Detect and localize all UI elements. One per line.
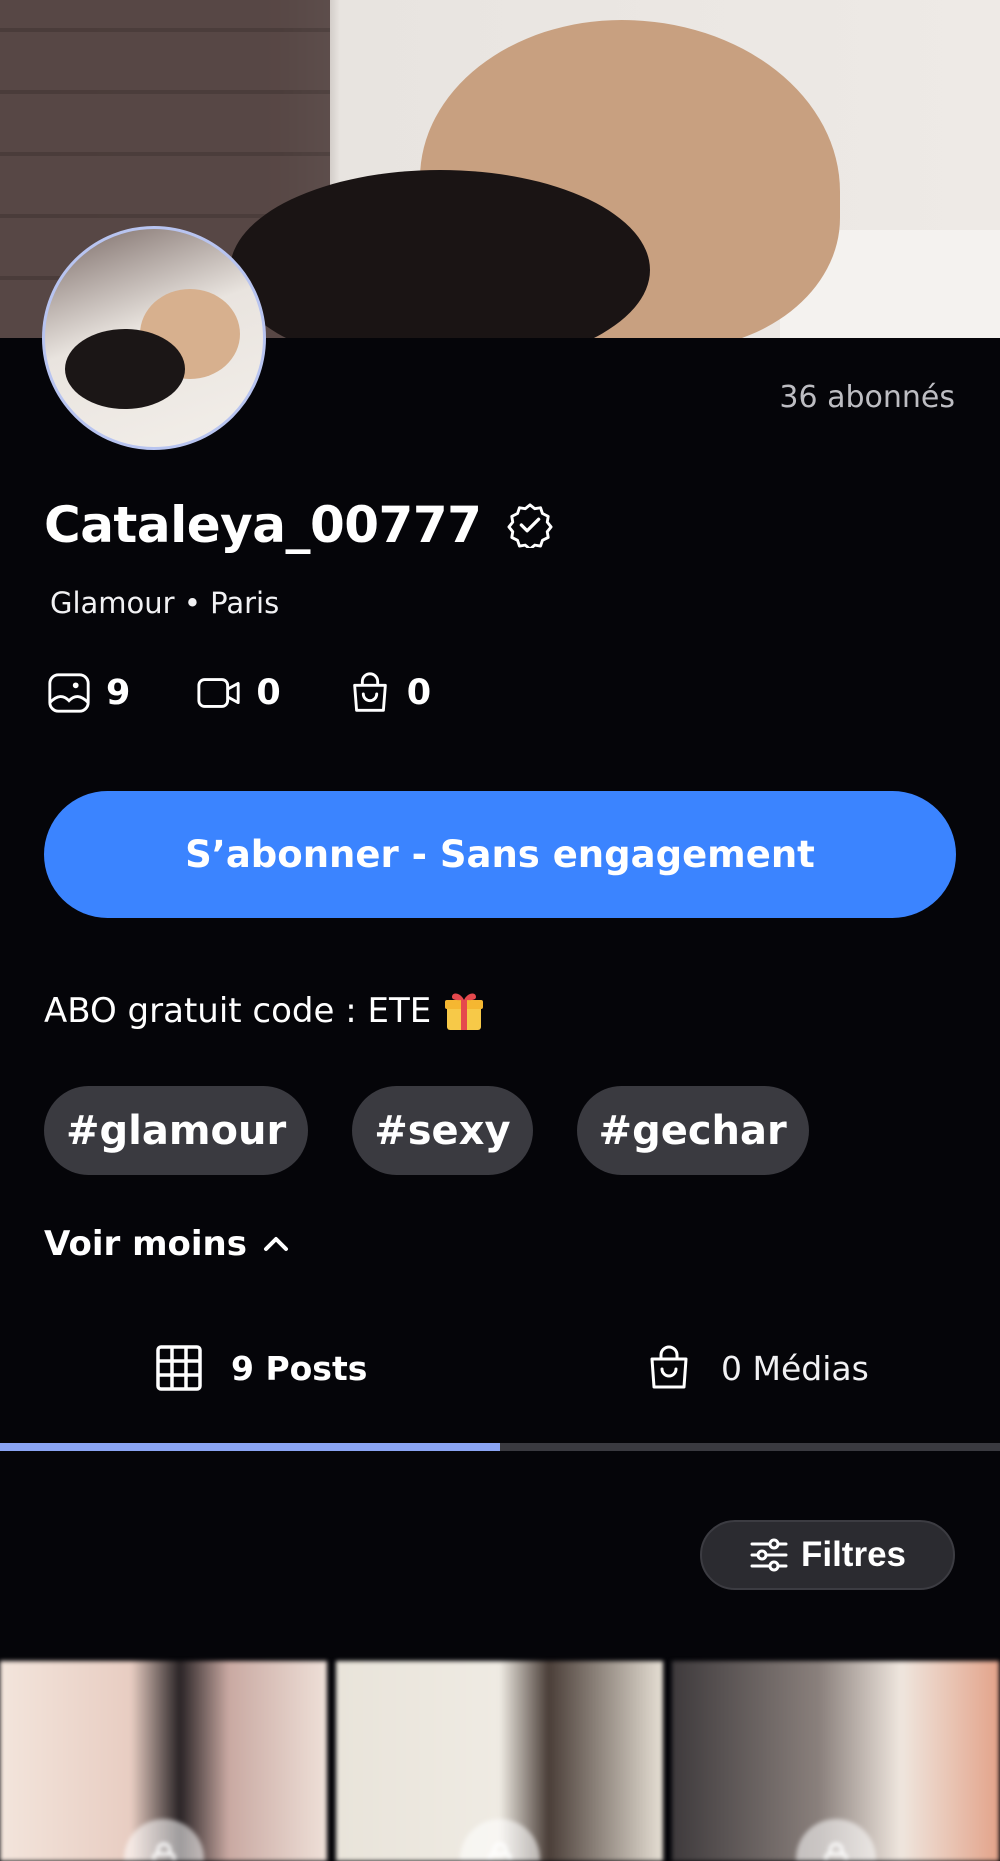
tab-posts[interactable]: 9 Posts (155, 1344, 367, 1392)
video-icon (197, 678, 240, 708)
sliders-icon (750, 1538, 788, 1572)
chevron-up-icon (263, 1237, 288, 1251)
lock-icon (824, 1842, 847, 1861)
tag-chip[interactable]: #sexy (352, 1086, 533, 1175)
lock-icon (488, 1842, 511, 1861)
avatar-hair (65, 329, 185, 409)
tag-list: #glamour #sexy #gechar (44, 1086, 853, 1175)
tab-media[interactable]: 0 Médias (645, 1344, 869, 1392)
shopping-bag-icon (352, 672, 387, 712)
grid-icon (156, 1345, 202, 1391)
tag-chip[interactable]: #gechar (576, 1086, 809, 1175)
filters-button[interactable]: Filtres (700, 1520, 955, 1590)
see-less-toggle[interactable]: Voir moins (44, 1224, 291, 1264)
stat-photos: 9 (46, 670, 130, 716)
stat-videos: 0 (196, 670, 281, 716)
tab-posts-label: 9 Posts (231, 1348, 368, 1388)
stat-videos-count: 0 (256, 673, 281, 713)
photo-icon (48, 673, 90, 713)
tab-track (0, 1443, 1000, 1451)
lock-badge (459, 1819, 540, 1861)
gift-icon (445, 993, 484, 1030)
lock-badge (123, 1819, 204, 1861)
subscribe-button[interactable]: S’abonner - Sans engagement (44, 791, 956, 918)
see-less-label: Voir moins (44, 1224, 247, 1264)
tag-chip[interactable]: #glamour (44, 1086, 309, 1175)
tab-indicator (0, 1443, 500, 1451)
promo-label: ABO gratuit code : ETE (44, 991, 432, 1031)
promo-text: ABO gratuit code : ETE (44, 990, 485, 1032)
post-thumbnail[interactable] (336, 1661, 663, 1861)
lock-badge (795, 1819, 876, 1861)
filters-label: Filtres (800, 1535, 907, 1574)
profile-header: Cataleya_00777 (44, 496, 553, 554)
tab-media-label: 0 Médias (721, 1348, 869, 1388)
verified-badge-icon (507, 503, 553, 548)
profile-meta: Glamour • Paris (50, 586, 280, 620)
shopping-bag-icon (650, 1345, 688, 1389)
followers-count[interactable]: 36 abonnés (779, 380, 955, 415)
post-thumbnail[interactable] (672, 1661, 999, 1861)
stat-photos-count: 9 (106, 673, 131, 713)
profile-stats: 9 0 0 (46, 670, 497, 716)
lock-icon (152, 1842, 175, 1861)
stat-shop-count: 0 (406, 673, 432, 713)
username: Cataleya_00777 (44, 496, 482, 554)
avatar[interactable] (42, 226, 266, 450)
post-thumbnail[interactable] (0, 1661, 327, 1861)
stat-shop: 0 (347, 670, 431, 716)
post-grid (0, 1661, 1000, 1861)
